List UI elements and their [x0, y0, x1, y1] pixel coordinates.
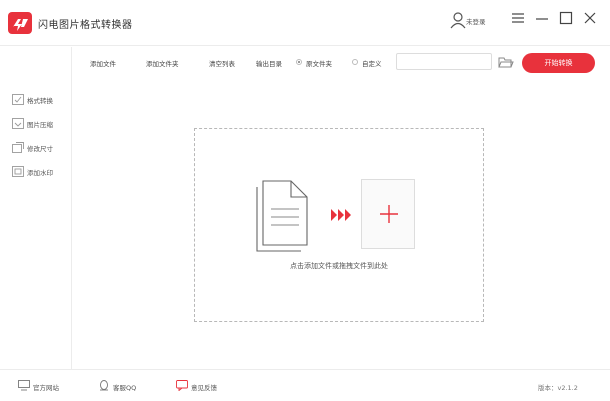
sidebar: 格式转换 图片压缩 修改尺寸 添加水印 [0, 47, 72, 369]
qq-icon [100, 380, 108, 391]
sidebar-item-compress[interactable]: 图片压缩 [12, 117, 70, 131]
support-label: 客服QQ [113, 384, 137, 392]
app-title: 闪电图片格式转换器 [38, 20, 133, 31]
add-file-box[interactable] [361, 179, 415, 249]
custom-folder-radio[interactable] [352, 59, 358, 65]
resize-icon [12, 142, 24, 153]
sidebar-item-watermark[interactable]: 添加水印 [12, 165, 70, 179]
sidebar-item-label: 修改尺寸 [27, 145, 53, 153]
monitor-icon [18, 380, 30, 391]
add-file-button[interactable]: 添加文件 [90, 58, 116, 68]
feedback-label: 意见反馈 [191, 384, 217, 392]
close-icon[interactable] [582, 10, 598, 26]
file-drop-zone[interactable]: 点击添加文件或拖拽文件到此处 [194, 128, 484, 322]
login-status-label[interactable]: 未登录 [466, 16, 486, 26]
minimize-icon[interactable] [534, 10, 550, 26]
original-folder-radio[interactable] [296, 59, 302, 65]
website-label: 官方网站 [33, 384, 59, 392]
maximize-icon[interactable] [558, 10, 574, 26]
clear-list-button[interactable]: 清空列表 [209, 58, 235, 68]
compress-icon [12, 118, 24, 129]
original-folder-label[interactable]: 原文件夹 [306, 58, 332, 68]
sidebar-item-convert[interactable]: 格式转换 [12, 93, 70, 107]
app-logo-icon [8, 12, 32, 34]
status-bar: 官方网站 客服QQ 意见反馈 版本：v2.1.2 [0, 369, 610, 401]
sidebar-item-resize[interactable]: 修改尺寸 [12, 141, 70, 155]
title-bar: 闪电图片格式转换器 未登录 [0, 0, 610, 46]
forward-arrows-icon [331, 209, 351, 221]
watermark-icon [12, 166, 24, 177]
sidebar-item-label: 图片压缩 [27, 121, 53, 129]
plus-icon [380, 205, 398, 223]
feedback-icon [176, 380, 188, 391]
convert-icon [12, 94, 24, 105]
start-convert-button[interactable]: 开始转换 [522, 53, 595, 73]
output-dir-label: 输出目录 [256, 60, 282, 68]
drop-hint-text: 点击添加文件或拖拽文件到此处 [290, 262, 388, 270]
sidebar-item-label: 格式转换 [27, 97, 53, 105]
toolbar: 添加文件 添加文件夹 清空列表 输出目录 原文件夹 自定义 开始转换 [78, 52, 610, 74]
menu-icon[interactable] [510, 10, 526, 26]
version-label: 版本：v2.1.2 [538, 384, 578, 392]
user-icon[interactable] [450, 11, 466, 29]
sidebar-item-label: 添加水印 [27, 169, 53, 177]
custom-folder-label[interactable]: 自定义 [362, 58, 382, 68]
folder-icon[interactable] [498, 56, 514, 68]
add-folder-button[interactable]: 添加文件夹 [146, 58, 179, 68]
document-icon [256, 180, 308, 252]
output-path-input[interactable] [396, 53, 492, 70]
